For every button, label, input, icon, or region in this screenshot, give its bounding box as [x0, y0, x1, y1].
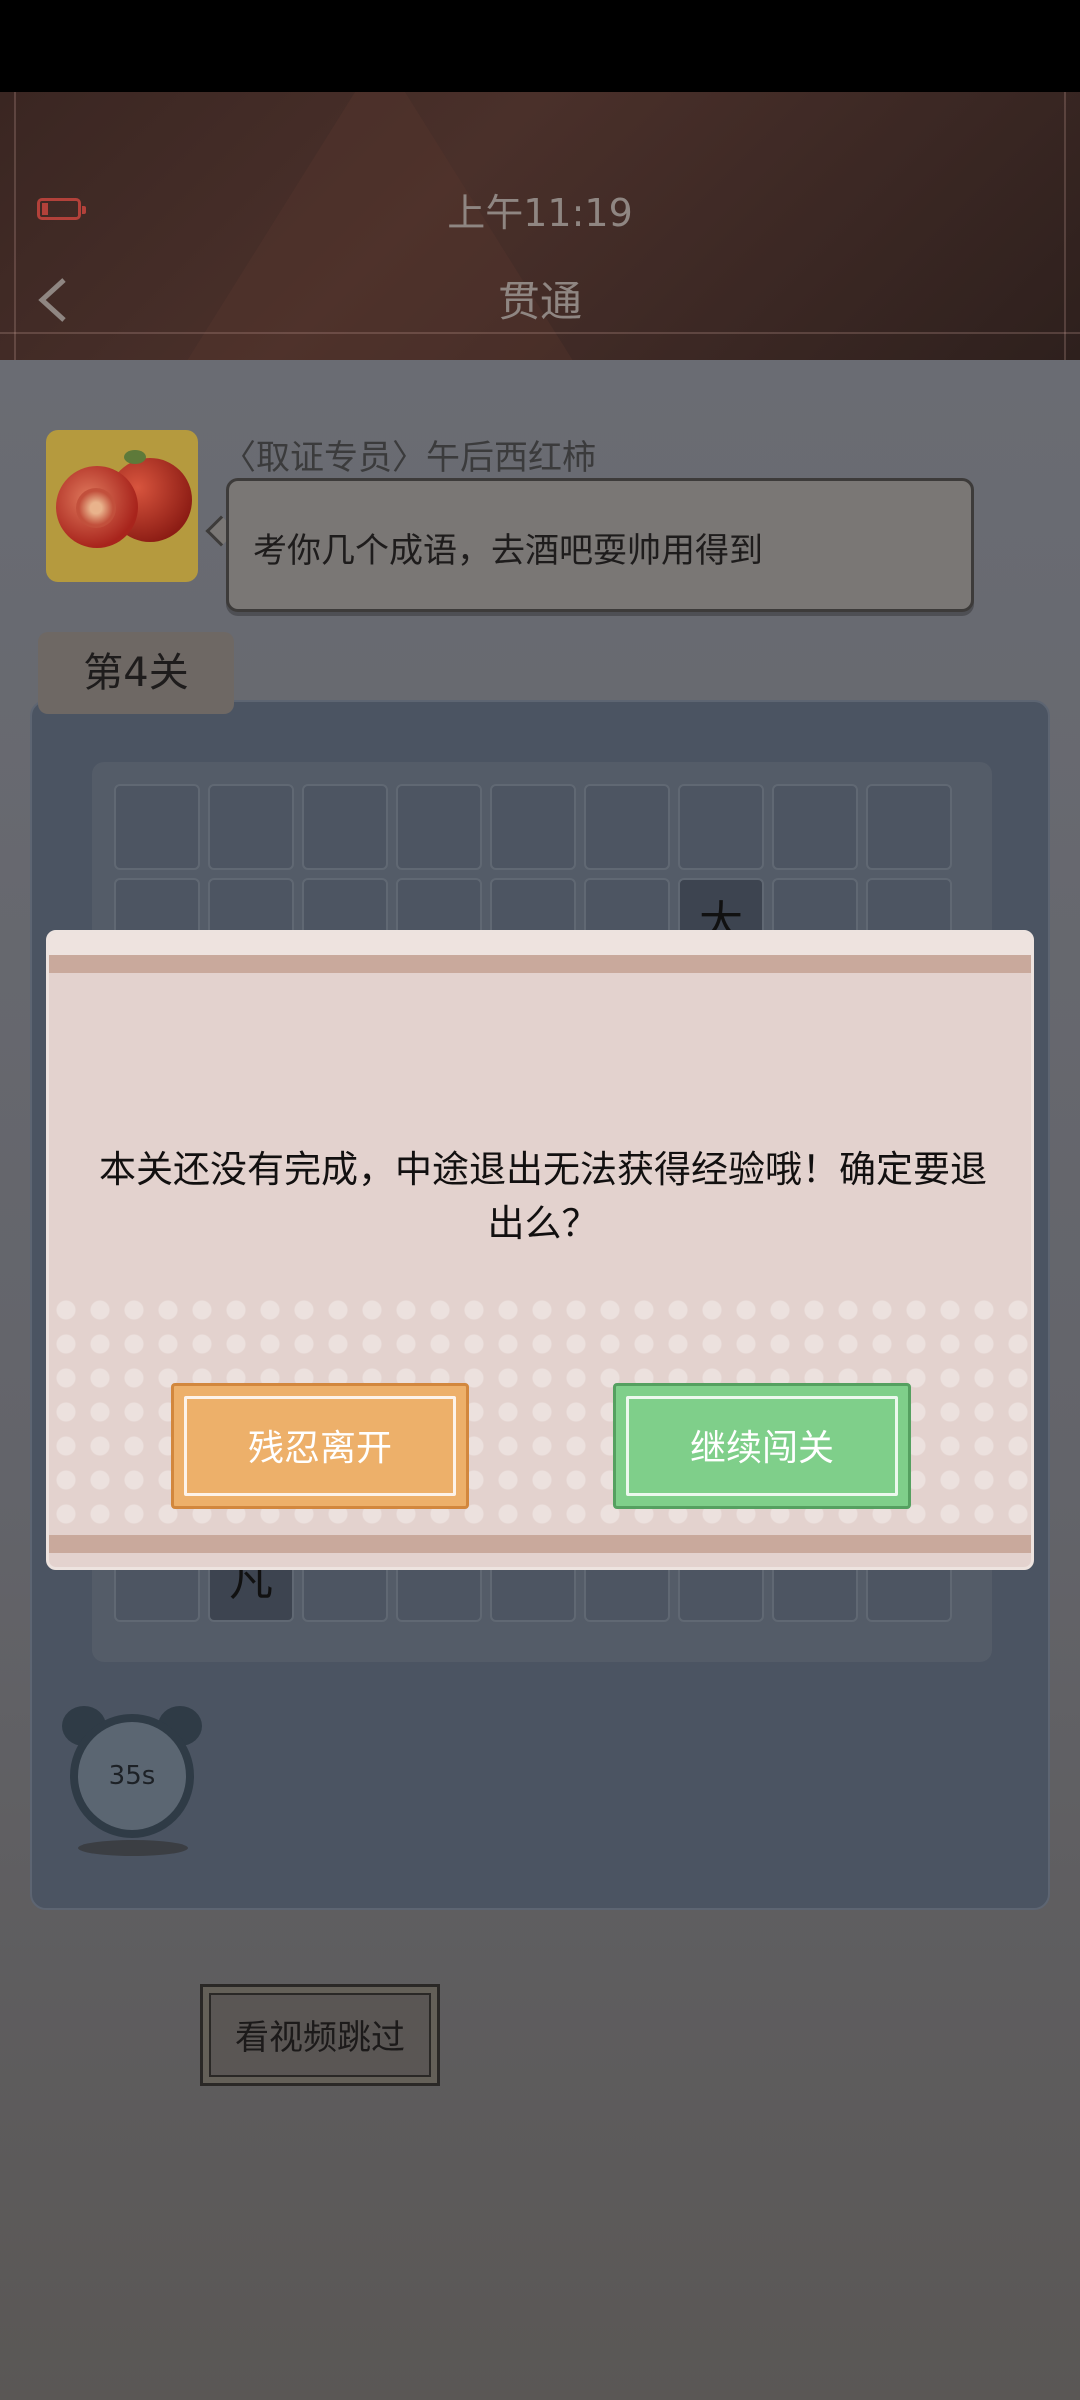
grid-cell[interactable] [114, 784, 200, 870]
grid-cell[interactable] [208, 784, 294, 870]
alarm-clock-icon: 35s [70, 1714, 194, 1838]
continue-button[interactable]: 继续闯关 [613, 1383, 911, 1509]
continue-button-label: 继续闯关 [689, 1428, 834, 1469]
header-line-bottom [0, 332, 1080, 334]
leave-button[interactable]: 残忍离开 [171, 1383, 469, 1509]
leave-button-label: 残忍离开 [247, 1428, 392, 1469]
speech-bubble: 考你几个成语，去酒吧耍帅用得到 [226, 478, 974, 612]
grid-cell[interactable] [678, 784, 764, 870]
grid-cell[interactable] [866, 784, 952, 870]
npc-name: 〈取证专员〉午后西红柿 [222, 438, 596, 478]
level-label: 第4关 [38, 632, 234, 714]
dialog-top-band [49, 955, 1031, 973]
tomato-seeds-image [76, 488, 116, 528]
timer: 35s [62, 1702, 202, 1856]
exit-confirm-dialog: 本关还没有完成，中途退出无法获得经验哦！确定要退出么？ 残忍离开 继续闯关 [46, 930, 1034, 1570]
page-title: 贯通 [497, 277, 582, 326]
grid-cell[interactable] [490, 784, 576, 870]
dialog-message: 本关还没有完成，中途退出无法获得经验哦！确定要退出么？ [99, 1148, 987, 1245]
clock-shadow [78, 1840, 188, 1856]
timer-label: 35s [78, 1722, 186, 1830]
grid-cell[interactable] [302, 784, 388, 870]
grid-cell[interactable] [584, 784, 670, 870]
grid-cell[interactable] [772, 784, 858, 870]
dialog-bottom-band [49, 1535, 1031, 1553]
npc-avatar [46, 430, 198, 582]
leaf-image [124, 450, 146, 464]
status-time: 上午11:19 [447, 191, 633, 235]
dialog-top-strip [49, 933, 1031, 955]
top-bar [0, 0, 1080, 92]
speech-text: 考你几个成语，去酒吧耍帅用得到 [253, 531, 763, 571]
watch-video-skip-button[interactable]: 看视频跳过 [200, 1984, 440, 2086]
grid-cell[interactable] [396, 784, 482, 870]
